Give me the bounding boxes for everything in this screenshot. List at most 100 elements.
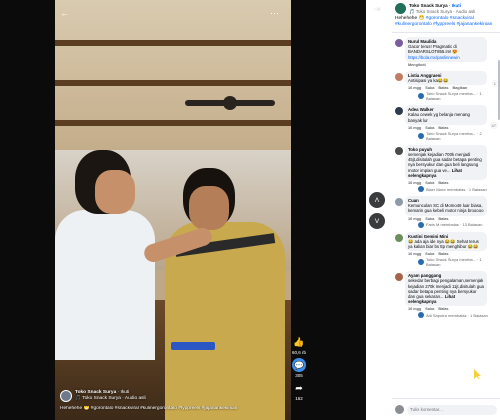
avatar: [418, 186, 424, 193]
like-comment-button[interactable]: Suka: [425, 307, 434, 311]
like-comment-button[interactable]: Suka: [425, 217, 434, 221]
comment-text: Kalau cewek yg belanja menang banyak lur: [408, 112, 470, 123]
comment-item: Toko puyuh semenjak kejadian 700k menjad…: [392, 143, 500, 194]
replies-summary[interactable]: Blazr Maxx membalas · 1 Balasan: [426, 187, 487, 192]
comment-item: Adea Walker Kalau cewek yg belanja menan…: [392, 103, 500, 143]
video-account[interactable]: Toko Snack Surya · Ikuti 🎵 Toko Snack Su…: [60, 388, 146, 404]
comment-text: 😂 ada aja ide nya 😂😂 Sehat terus ya kali…: [408, 238, 479, 250]
view-replies[interactable]: Adi Saputra membalas · 1 Balasan: [405, 311, 488, 319]
comment-bubble: Nurul Maulida Gacor terus! Pragmatic di …: [405, 37, 487, 62]
reply-button[interactable]: Balas: [438, 252, 448, 256]
view-replies[interactable]: Faris M membalas · 13 Balasan: [405, 221, 487, 228]
comment-item: Kustini Gemini Mini 😂 ada aja ide nya 😂😂…: [392, 230, 500, 270]
share-action[interactable]: ➦ 162: [292, 381, 306, 402]
comment-actions: Mengikuti: [405, 62, 487, 67]
comment-item: Cuan Kemunculan SC di Momo46 luar biasa,…: [392, 194, 500, 230]
view-replies[interactable]: Toko Snack Surya memba... · 1 Balasan: [405, 90, 497, 101]
chevron-up-icon[interactable]: ˄: [369, 192, 385, 208]
replies-summary[interactable]: Faris M membalas · 13 Balasan: [426, 222, 482, 227]
like-comment-button[interactable]: Suka: [425, 86, 434, 90]
like-action[interactable]: 👍 60,6 rb: [291, 335, 306, 356]
like-count: 60,6 rb: [291, 350, 306, 355]
video-person-left-face: [95, 170, 135, 214]
reaction-count[interactable]: 1: [492, 80, 497, 86]
comment-item: Ayam panggang sekedar berbagi pengalaman…: [392, 269, 500, 320]
avatar: [418, 93, 424, 100]
video-scene-beam: [55, 80, 291, 86]
comment-time: 16 mgg: [408, 125, 422, 130]
reply-button[interactable]: Balas: [438, 307, 448, 311]
comment-icon[interactable]: 💬: [292, 358, 306, 372]
comment-input[interactable]: [407, 404, 497, 415]
like-icon[interactable]: 👍: [292, 335, 306, 349]
video-follow-link[interactable]: · Ikuti: [118, 390, 130, 395]
video-actions: 👍 60,6 rb 💬 305 ➦ 162: [288, 335, 310, 401]
comment-bubble: Listia Anggraeni Antisipasi ya ka😂😂: [405, 70, 487, 86]
reaction-count[interactable]: 47: [490, 123, 497, 129]
video-audio[interactable]: 🎵 Toko Snack Surya · Audio asli: [75, 396, 146, 402]
comment-bubble: Cuan Kemunculan SC di Momo46 luar biasa,…: [405, 196, 487, 216]
comment-time: 16 mgg: [408, 216, 422, 221]
replies-summary[interactable]: Toko Snack Surya memba... · 1 Balasan: [426, 91, 497, 101]
comment-time: 16 mgg: [408, 307, 422, 312]
comment-action[interactable]: Mengikuti: [408, 63, 426, 67]
share-comment-button[interactable]: Bagikan: [453, 86, 468, 90]
like-comment-button[interactable]: Suka: [425, 126, 434, 130]
reply-button[interactable]: Balas: [438, 181, 448, 185]
like-comment-button[interactable]: Suka: [425, 181, 434, 185]
reply-button[interactable]: Balas: [438, 126, 448, 130]
avatar[interactable]: [395, 3, 406, 14]
view-replies[interactable]: Blazr Maxx membalas · 1 Balasan: [405, 185, 487, 193]
comment-time: 16 mgg: [408, 181, 422, 186]
comment-text: Gacor terus! Pragmatic di BANDARSLOT855.…: [408, 44, 458, 55]
avatar[interactable]: [395, 233, 403, 242]
avatar[interactable]: [395, 198, 403, 207]
video-account-name[interactable]: Toko Snack Surya: [75, 390, 116, 395]
comment-link[interactable]: https://bola.mx/paslinnewin: [408, 55, 460, 60]
share-count: 162: [295, 396, 303, 401]
like-comment-button[interactable]: Suka: [425, 252, 434, 256]
chevron-down-icon[interactable]: ˅: [369, 213, 385, 229]
video-scene-ceiling: [55, 0, 291, 150]
comment-bubble: Adea Walker Kalau cewek yg belanja menan…: [405, 105, 487, 125]
comment-item: Listia Anggraeni Antisipasi ya ka😂😂 16 m…: [392, 69, 500, 103]
view-replies[interactable]: Toko Snack Surya memba... · 1 Balasan: [405, 256, 497, 267]
avatar: [418, 312, 424, 319]
post-audio[interactable]: 🎵 Toko Snack Surya · Audio asli: [409, 9, 475, 15]
comment-action[interactable]: 💬 305: [292, 358, 306, 378]
post-header: Toko Snack Surya · Ikuti 🎵 Toko Snack Su…: [392, 0, 500, 14]
more-icon[interactable]: ⋯: [270, 8, 279, 19]
post-account-name[interactable]: Toko Snack Surya: [409, 3, 448, 8]
video-person-right-face: [189, 186, 229, 230]
comment-text: Kemunculan SC di Momo46 luar biasa, kema…: [408, 203, 484, 214]
comment-bubble: Kustini Gemini Mini 😂 ada aja ide nya 😂😂…: [405, 231, 487, 252]
divider: [392, 32, 500, 33]
reply-button[interactable]: Balas: [438, 86, 448, 90]
reel-video[interactable]: [55, 0, 291, 420]
avatar[interactable]: [395, 72, 403, 81]
share-icon[interactable]: ➦: [292, 381, 306, 395]
replies-summary[interactable]: Toko Snack Surya memba... · 2 Balasan: [426, 131, 497, 141]
avatar[interactable]: [60, 390, 72, 402]
comment-time: 16 mgg: [408, 252, 422, 257]
comment-text: Antisipasi ya ka😂😂: [408, 78, 449, 84]
comment-text: semenjak kejadian 700k menjadi 45jt,disi…: [408, 152, 482, 173]
avatar[interactable]: [395, 273, 403, 282]
video-panel: ⇥ ← ⋯ Toko Snack Surya · Ikuti 🎵 Toko Sn…: [0, 0, 385, 420]
post-meta: Toko Snack Surya · Ikuti 🎵 Toko Snack Su…: [409, 3, 475, 14]
replies-summary[interactable]: Adi Saputra membalas · 1 Balasan: [426, 313, 488, 318]
avatar[interactable]: [395, 107, 403, 116]
view-replies[interactable]: Toko Snack Surya memba... · 2 Balasan: [405, 130, 497, 141]
comment-item: Nurul Maulida Gacor terus! Pragmatic di …: [392, 35, 500, 69]
arrow-back-icon[interactable]: ←: [60, 8, 69, 18]
replies-summary[interactable]: Toko Snack Surya memba... · 1 Balasan: [426, 257, 497, 267]
reply-button[interactable]: Balas: [438, 217, 448, 221]
avatar[interactable]: [395, 146, 403, 155]
avatar[interactable]: [395, 39, 403, 47]
collapse-icon[interactable]: ⇥: [373, 4, 383, 14]
video-scene-beam: [55, 40, 291, 46]
video-object: [171, 342, 215, 350]
comment-bubble: Ayam panggang sekedar berbagi pengalaman…: [405, 271, 487, 307]
follow-button[interactable]: · Ikuti: [449, 3, 461, 8]
comments-panel: Toko Snack Surya · Ikuti 🎵 Toko Snack Su…: [392, 0, 500, 420]
